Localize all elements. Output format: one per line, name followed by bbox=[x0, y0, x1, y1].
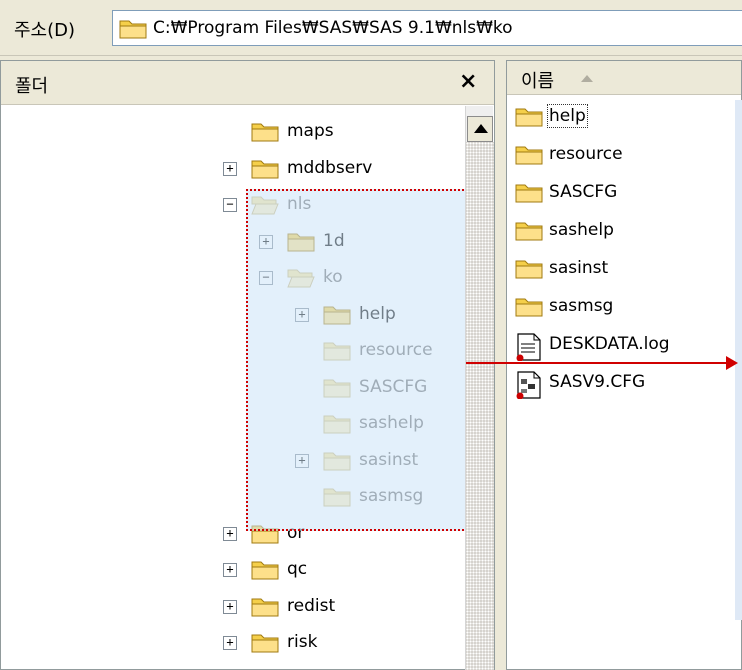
file-name: sasmsg bbox=[549, 296, 614, 316]
file-name: SASV9.CFG bbox=[549, 372, 646, 392]
folder-icon bbox=[515, 181, 543, 207]
file-name: DESKDATA.log bbox=[549, 334, 670, 354]
collapse-icon[interactable]: − bbox=[223, 198, 237, 212]
folder-icon bbox=[515, 219, 543, 245]
expand-icon[interactable]: + bbox=[223, 161, 237, 176]
tree-item-label: risk bbox=[287, 632, 318, 652]
file-name: SASCFG bbox=[549, 182, 618, 202]
file-list-item[interactable]: sashelp bbox=[515, 213, 735, 247]
file-name: sasinst bbox=[549, 258, 609, 278]
annotation-arrow bbox=[466, 362, 728, 364]
file-name: help bbox=[547, 104, 588, 128]
column-header-name[interactable]: 이름 bbox=[507, 61, 741, 95]
folder-icon bbox=[251, 631, 279, 657]
tree-scrollbar[interactable] bbox=[465, 106, 494, 670]
log-file-icon bbox=[515, 333, 543, 365]
folder-icon bbox=[251, 595, 279, 621]
file-pane: 이름 help resource SASCFG sashelp sasinst sasms… bbox=[506, 60, 742, 670]
address-path: C:₩Program Files₩SAS₩SAS 9.1₩nls₩ko bbox=[153, 18, 513, 38]
expand-icon[interactable]: + bbox=[223, 526, 237, 541]
folder-pane-title: 폴더 bbox=[15, 76, 49, 97]
folder-icon bbox=[515, 295, 543, 321]
tree-item-label: maps bbox=[287, 121, 334, 141]
tree-item[interactable]: + redist bbox=[223, 592, 471, 622]
column-header-label: 이름 bbox=[521, 71, 555, 92]
folder-icon bbox=[251, 558, 279, 584]
file-name: resource bbox=[549, 144, 623, 164]
tree-item-label: qc bbox=[287, 559, 308, 579]
config-file-icon bbox=[515, 371, 543, 403]
file-list-item[interactable]: DESKDATA.log bbox=[515, 327, 735, 362]
file-list-item[interactable]: SASCFG bbox=[515, 175, 735, 209]
folder-icon bbox=[515, 105, 543, 131]
tree-item-label: mddbserv bbox=[287, 157, 373, 178]
folder-icon bbox=[119, 17, 147, 43]
folder-icon bbox=[251, 120, 279, 146]
highlight-annotation bbox=[246, 189, 468, 531]
address-input[interactable]: C:₩Program Files₩SAS₩SAS 9.1₩nls₩ko bbox=[112, 10, 742, 46]
tree-item[interactable]: maps bbox=[223, 117, 471, 147]
file-list-item[interactable]: sasinst bbox=[515, 251, 735, 285]
expand-icon[interactable]: + bbox=[223, 599, 237, 614]
tree-item[interactable]: + risk bbox=[223, 628, 471, 658]
tree-item-label: redist bbox=[287, 595, 336, 616]
tree-item[interactable]: + qc bbox=[223, 555, 471, 585]
file-name: sashelp bbox=[549, 220, 614, 240]
file-list-item[interactable]: sasmsg bbox=[515, 289, 735, 323]
address-label: 주소(D) bbox=[14, 20, 76, 41]
folder-pane-header: 폴더 × bbox=[1, 61, 494, 105]
arrow-head-icon bbox=[726, 356, 738, 370]
file-list-item[interactable]: resource bbox=[515, 137, 735, 171]
file-list-item[interactable]: help bbox=[515, 99, 735, 133]
close-icon[interactable]: × bbox=[459, 69, 477, 94]
address-bar: 주소(D) C:₩Program Files₩SAS₩SAS 9.1₩nls₩k… bbox=[0, 0, 742, 56]
tree-item[interactable]: + mddbserv bbox=[223, 154, 471, 184]
expand-icon[interactable]: + bbox=[223, 563, 237, 577]
explorer-window: 주소(D) C:₩Program Files₩SAS₩SAS 9.1₩nls₩k… bbox=[0, 0, 742, 670]
expand-icon[interactable]: + bbox=[223, 636, 237, 650]
scroll-track[interactable] bbox=[466, 142, 494, 670]
file-list-item[interactable]: SASV9.CFG bbox=[515, 365, 735, 400]
scroll-up-button[interactable] bbox=[467, 116, 493, 142]
folder-icon bbox=[251, 157, 279, 183]
folder-icon bbox=[515, 257, 543, 283]
sort-ascending-icon bbox=[581, 75, 593, 82]
folder-icon bbox=[515, 143, 543, 169]
